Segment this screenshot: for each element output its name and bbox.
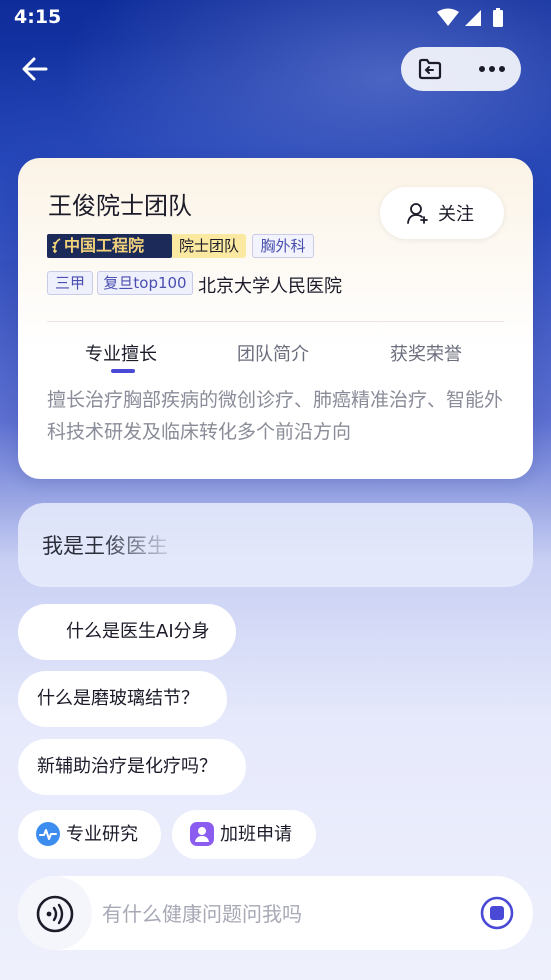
folder-icon[interactable] — [417, 57, 443, 81]
chat-input-bar — [18, 876, 533, 950]
status-time: 4:15 — [14, 6, 62, 28]
tab-expertise[interactable]: 专业擅长 — [85, 340, 157, 366]
suggestion-chip[interactable]: 什么是磨玻璃结节？ — [18, 671, 227, 727]
active-tab-indicator — [111, 369, 135, 373]
hospital-level-badge: 三甲 — [47, 271, 93, 295]
hospital-name: 北京大学人民医院 — [198, 276, 342, 297]
doctor-name: 王俊院士团队 — [48, 192, 192, 220]
intro-text: 我是王俊医生 — [42, 530, 168, 560]
follow-label: 关注 — [438, 204, 474, 225]
wifi-icon — [437, 8, 459, 26]
cae-badge-label: 中国工程院 — [64, 236, 145, 255]
doctor-card: 王俊院士团队 关注 中国工程院 院士团队 胸外科 三甲 复旦top100 北京大… — [18, 158, 533, 479]
chip-label: 加班申请 — [220, 824, 292, 845]
mini-program-capsule — [401, 47, 521, 91]
cae-badge: 中国工程院 — [47, 234, 172, 258]
department-badge: 胸外科 — [252, 234, 314, 258]
voice-icon — [36, 895, 74, 933]
stop-icon[interactable] — [480, 896, 514, 930]
suggestion-chip[interactable]: 新辅助治疗是化疗吗？ — [18, 739, 246, 795]
academician-badge: 院士团队 — [172, 234, 246, 258]
more-icon[interactable] — [477, 59, 507, 79]
tab-awards[interactable]: 获奖荣誉 — [390, 340, 462, 366]
suggestion-label: 什么是磨玻璃结节？ — [37, 688, 199, 709]
chip-label: 专业研究 — [66, 824, 138, 845]
battery-icon — [493, 10, 503, 27]
tab-team-intro[interactable]: 团队简介 — [237, 340, 309, 366]
ranking-badge: 复旦top100 — [97, 271, 193, 295]
signal-icon — [465, 10, 481, 26]
pulse-icon — [36, 822, 60, 846]
suggestion-label: 什么是医生AI分身 — [66, 621, 210, 642]
question-input[interactable] — [100, 896, 474, 932]
tag-row-secondary: 三甲 复旦top100 北京大学人民医院 — [47, 271, 507, 297]
intro-message: 我是王俊医生 — [18, 503, 533, 587]
expertise-description: 擅长治疗胸部疾病的微创诊疗、肺癌精准治疗、智能外科技术研发及临床转化多个前沿方向 — [47, 389, 504, 443]
laurel-icon — [52, 238, 61, 254]
voice-button[interactable] — [18, 876, 92, 950]
divider — [47, 321, 504, 322]
overtime-request-chip[interactable]: 加班申请 — [172, 810, 316, 859]
research-chip[interactable]: 专业研究 — [18, 810, 161, 859]
person-badge-icon — [190, 822, 214, 846]
status-icons — [437, 8, 503, 27]
status-bar: 4:15 — [0, 0, 551, 36]
back-arrow-icon[interactable] — [18, 52, 52, 86]
follow-button[interactable]: 关注 — [380, 187, 504, 239]
suggestion-label: 新辅助治疗是化疗吗？ — [37, 756, 217, 777]
add-user-icon — [407, 203, 428, 224]
suggestion-chip[interactable]: 什么是医生AI分身 — [18, 604, 236, 660]
